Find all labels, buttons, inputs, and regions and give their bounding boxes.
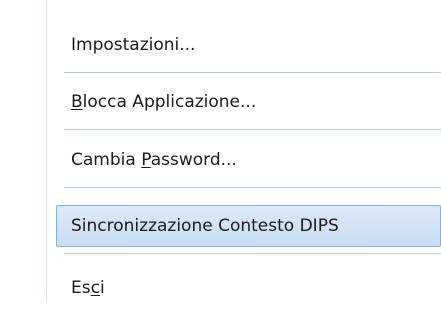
menu-item-label: i — [99, 278, 105, 298]
menu-item-label: assword... — [150, 150, 237, 170]
menu-item-cambia-password[interactable]: Cambia Password... — [56, 139, 441, 181]
menu-item-sincronizzazione-contesto-dips[interactable]: Sincronizzazione Contesto DIPS — [56, 205, 441, 247]
menu-item-accelerator: B — [71, 92, 83, 112]
menu-separator — [64, 129, 441, 130]
menu-separator — [64, 72, 441, 73]
menu-gutter-divider — [46, 0, 48, 300]
menu-item-label: Sincronizzazione Contesto DIPS — [71, 216, 339, 236]
menu-item-impostazioni[interactable]: Impostazioni... — [56, 24, 441, 66]
menu-item-esci[interactable]: Esci — [56, 267, 441, 309]
context-menu: Impostazioni... Blocca Applicazione... C… — [0, 0, 441, 300]
menu-item-label: Impostazioni... — [71, 35, 196, 55]
menu-item-blocca-applicazione[interactable]: Blocca Applicazione... — [56, 81, 441, 123]
menu-item-label: locca Applicazione... — [82, 92, 257, 112]
menu-item-label: Es — [71, 278, 91, 298]
menu-item-label: Cambia — [71, 150, 142, 170]
menu-item-accelerator: P — [141, 150, 151, 170]
menu-separator — [64, 187, 441, 188]
menu-item-accelerator: c — [90, 278, 100, 298]
menu-separator — [64, 253, 441, 254]
